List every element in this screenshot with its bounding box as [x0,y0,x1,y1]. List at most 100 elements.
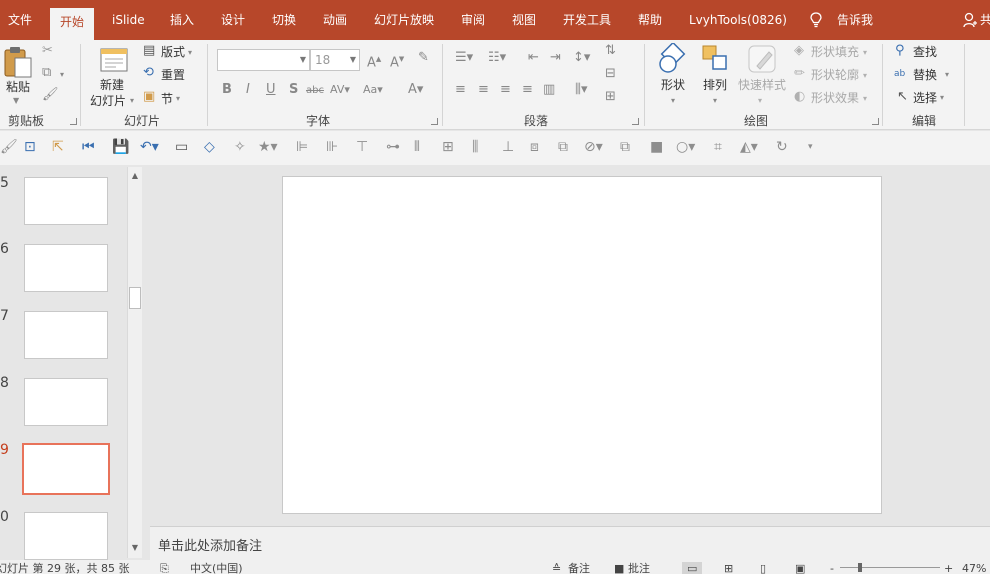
clipboard-launcher[interactable] [70,118,77,125]
shapes-button-label[interactable]: 形状 [661,76,685,93]
thumbnail-scrollbar[interactable]: ▲ ▼ [127,167,142,558]
copy-icon[interactable]: ⧉ [42,66,51,80]
zoom-slider-handle[interactable] [858,563,862,572]
paste-dropdown-arrow[interactable]: ▼ [13,94,19,108]
select-dropdown-arrow[interactable]: ▾ [940,91,944,105]
new-slide-icon[interactable] [98,44,130,74]
underline-icon[interactable]: U [266,83,276,97]
slide-thumbnail[interactable] [24,512,108,560]
font-launcher[interactable] [431,118,438,125]
customize-toolbar-icon[interactable]: ▾ [808,139,813,155]
zoom-slider-track[interactable] [840,567,940,568]
tab-design[interactable]: 设计 [221,0,245,40]
new-slide-dropdown-arrow[interactable]: ▾ [130,94,134,108]
decrease-indent-icon[interactable]: ⇤ [528,51,539,65]
cut-icon[interactable]: ✂ [42,44,53,58]
tab-transitions[interactable]: 切换 [272,0,296,40]
shape-outline-icon[interactable]: ✏ [794,67,805,81]
align-left-icon[interactable]: ≡ [455,83,466,97]
bring-forward-icon[interactable]: ⧉ [558,139,568,155]
undo-icon[interactable]: ↶▾ [140,139,159,155]
shape-effects-dropdown-arrow[interactable]: ▾ [863,92,867,106]
font-size-combobox[interactable]: 18 ▼ [310,49,360,71]
replace-icon[interactable]: ab [894,67,905,81]
bullets-icon[interactable]: ☰▾ [455,51,473,65]
align-right-icon[interactable]: ≡ [500,83,511,97]
distribute-spacing-icon[interactable]: ⊞ [442,139,454,155]
slide-sorter-icon[interactable]: ⊞ [724,562,733,574]
distribute-horizontal-icon[interactable]: ⫴ [414,139,420,155]
text-direction-icon[interactable]: ⇅ [605,44,616,58]
slide-thumbnail-selected[interactable] [22,443,110,495]
increase-font-icon[interactable]: A▲ [367,52,381,70]
align-right-tool-icon[interactable]: ⊪ [326,139,338,155]
section-icon[interactable]: ▣ [143,90,155,104]
align-middle-tool-icon[interactable]: ⊶ [386,139,400,155]
shapes-icon[interactable] [657,43,691,75]
slide-thumbnail[interactable] [24,244,108,292]
strikethrough-icon[interactable]: abc [306,84,324,98]
copy-dropdown-arrow[interactable]: ▾ [60,68,64,82]
clear-formatting-icon[interactable]: ✎ [418,51,429,65]
format-painter-icon[interactable]: 🖌 [42,88,59,102]
section-dropdown-arrow[interactable]: ▾ [176,92,180,106]
decrease-font-icon[interactable]: A▼ [390,52,404,70]
textbox-icon[interactable]: ▭ [175,139,188,155]
normal-view-icon[interactable]: ▭ [682,562,703,574]
paste-button-label[interactable]: 粘贴 [6,78,30,95]
tab-lvyhtools[interactable]: LvyhTools(0826) [689,0,787,40]
quick-styles-button-label[interactable]: 快速样式 [738,76,786,93]
language-indicator[interactable]: 中文(中国) [190,562,243,574]
slide-thumbnail[interactable] [24,177,108,225]
justify-icon[interactable]: ≡ [522,83,533,97]
select-cursor-icon[interactable]: ↖ [897,90,908,104]
notes-toggle-icon[interactable]: ≙ [552,562,561,574]
record-icon[interactable]: ⏮ [82,139,95,155]
new-slide-label-1[interactable]: 新建 [100,76,124,93]
sparkle-icon[interactable]: ✧ [234,139,246,155]
paste-icon[interactable] [4,46,34,78]
shape-fill-button[interactable]: 形状填充 [811,43,859,60]
tell-me-search[interactable]: 告诉我 [837,0,873,40]
distributed-icon[interactable]: ▥ [543,83,555,97]
circle-tool-icon[interactable]: ○▾ [676,139,695,155]
spellcheck-icon[interactable]: ⎘ [160,562,169,574]
columns-icon[interactable]: ⫼▾ [575,83,588,97]
shape-outline-dropdown-arrow[interactable]: ▾ [863,69,867,83]
center-icon[interactable]: ≡ [478,83,489,97]
pointer-tool-icon[interactable]: ⇱ [52,139,64,155]
reading-view-icon[interactable]: ▯ [760,562,766,574]
bold-icon[interactable]: B [222,83,232,97]
fill-box-icon[interactable]: ■ [650,139,663,155]
italic-icon[interactable]: I [246,83,250,97]
line-spacing-icon[interactable]: ↕▾ [573,51,590,65]
arrange-dropdown-arrow[interactable]: ▾ [713,94,717,108]
replace-dropdown-arrow[interactable]: ▾ [945,68,949,82]
current-slide[interactable] [282,176,882,514]
arrange-icon[interactable] [701,44,731,74]
notes-pane[interactable]: 单击此处添加备注 [150,526,990,560]
tab-animations[interactable]: 动画 [323,0,347,40]
drawing-launcher[interactable] [872,118,879,125]
group-icon[interactable]: ⧈ [530,139,539,155]
shape-outline-button[interactable]: 形状轮廓 [811,66,859,83]
paragraph-launcher[interactable] [632,118,639,125]
increase-indent-icon[interactable]: ⇥ [550,51,561,65]
rotate-icon[interactable]: ↻ [776,139,788,155]
shape-fill-dropdown-arrow[interactable]: ▾ [863,46,867,60]
zoom-level[interactable]: 47% [962,562,986,574]
shape-effects-icon[interactable]: ◐ [794,90,805,104]
shape-fill-icon[interactable]: ◈ [794,44,804,58]
character-spacing-icon[interactable]: AV▾ [330,83,350,97]
layout-button[interactable]: 版式 [161,43,185,60]
star-icon[interactable]: ★▾ [258,139,278,155]
replace-button[interactable]: 替换 [913,66,937,83]
select-button[interactable]: 选择 [913,89,937,106]
scrollbar-thumb[interactable] [129,287,141,309]
change-case-icon[interactable]: Aa▾ [363,83,383,97]
comments-button[interactable]: 批注 [628,562,650,574]
tab-file[interactable]: 文件 [8,0,32,40]
reset-icon[interactable]: ⟲ [143,66,154,80]
reset-button[interactable]: 重置 [161,66,185,83]
section-button[interactable]: 节 [161,90,173,107]
